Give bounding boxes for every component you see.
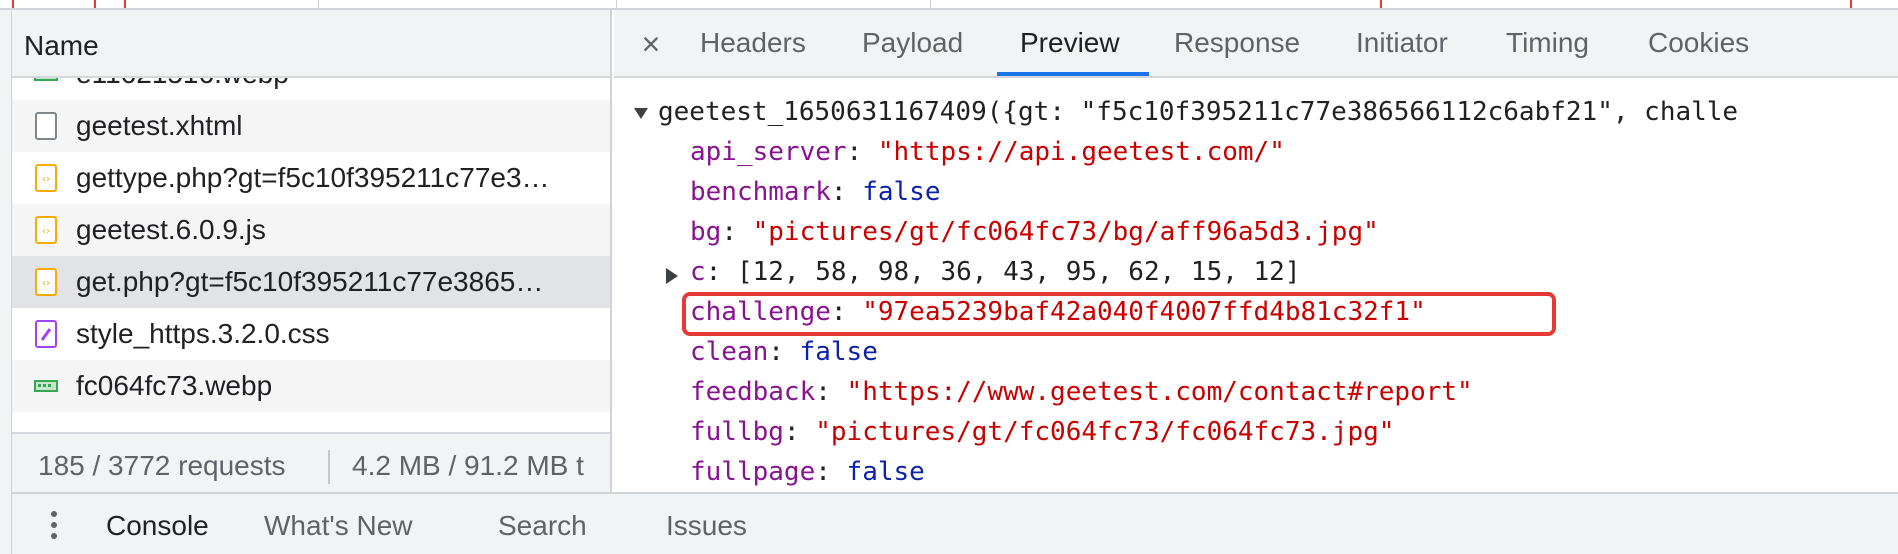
active-tab-indicator [997, 72, 1149, 76]
json-key: fullbg [690, 417, 784, 447]
json-value: "https://www.geetest.com/contact#report" [846, 377, 1473, 407]
script-icon: ‹› [35, 268, 57, 296]
json-value: "pictures/gt/fc064fc73/fc064fc73.jpg" [815, 417, 1395, 447]
request-row[interactable]: fc064fc73.webp [12, 360, 610, 412]
svg-text:‹›: ‹› [42, 226, 50, 237]
timeline-tick [12, 0, 14, 8]
request-name: gettype.php?gt=f5c10f395211c77e3… [76, 162, 550, 193]
timeline-tick [94, 0, 96, 8]
tab-whats-new[interactable]: What's New [264, 510, 413, 542]
timeline-grid [616, 0, 617, 8]
tab-console[interactable]: Console [106, 510, 209, 542]
summary-divider [328, 450, 330, 484]
image-icon [34, 380, 58, 392]
json-property-row[interactable]: benchmark: false [690, 174, 940, 210]
svg-text:‹›: ‹› [42, 278, 50, 289]
name-column-label: Name [24, 30, 99, 61]
json-value: false [862, 177, 941, 207]
name-column-header[interactable]: Name [12, 10, 610, 78]
script-icon: ‹› [35, 216, 57, 244]
highlight-annotation-box [682, 292, 1556, 336]
json-value: "https://api.geetest.com/" [877, 137, 1285, 167]
json-key: feedback [690, 377, 816, 407]
panel-left-edge [0, 10, 12, 554]
tab-cookies[interactable]: Cookies [1648, 10, 1749, 76]
timeline-tick [1850, 0, 1852, 8]
tab-issues[interactable]: Issues [666, 510, 747, 542]
tab-preview[interactable]: Preview [1020, 10, 1120, 76]
json-key: clean [690, 337, 769, 367]
timeline-tick [124, 0, 126, 8]
close-icon[interactable]: × [634, 24, 668, 64]
request-name: get.php?gt=f5c10f395211c77e3865… [76, 266, 544, 297]
request-list-panel: Name e11621516.webp geetest.xhtml ‹› get… [12, 10, 612, 492]
timeline-grid [318, 0, 319, 8]
tab-search[interactable]: Search [498, 510, 587, 542]
document-icon [35, 112, 57, 140]
detail-tabbar: × Headers Payload Preview Response Initi… [614, 10, 1898, 78]
json-key: benchmark [690, 177, 831, 207]
transfer-size: 4.2 MB / 91.2 MB t [352, 450, 584, 481]
json-property-row[interactable]: feedback: "https://www.geetest.com/conta… [690, 374, 1473, 410]
request-name: e11621516.webp [76, 78, 606, 90]
tab-initiator[interactable]: Initiator [1356, 10, 1448, 76]
tab-timing[interactable]: Timing [1506, 10, 1589, 76]
json-property-row[interactable]: clean: false [690, 334, 878, 370]
request-name: style_https.3.2.0.css [76, 318, 330, 349]
expand-arrow-icon[interactable] [666, 268, 678, 284]
json-preview: geetest_1650631167409({gt: "f5c10f395211… [614, 78, 1898, 492]
tab-payload[interactable]: Payload [862, 10, 963, 76]
json-value: false [799, 337, 878, 367]
json-key: api_server [690, 137, 847, 167]
request-row[interactable]: style_https.3.2.0.css [12, 308, 610, 360]
request-name: geetest.xhtml [76, 110, 243, 141]
tab-response[interactable]: Response [1174, 10, 1300, 76]
stylesheet-icon [35, 320, 57, 348]
json-property-row[interactable]: fullbg: "pictures/gt/fc064fc73/fc064fc73… [690, 414, 1394, 450]
json-property-row[interactable]: api_server: "https://api.geetest.com/" [690, 134, 1285, 170]
request-name: fc064fc73.webp [76, 370, 273, 401]
request-row[interactable]: geetest.xhtml [12, 100, 610, 152]
request-list: e11621516.webp geetest.xhtml ‹› gettype.… [12, 78, 610, 432]
json-key: c [690, 257, 706, 287]
request-row[interactable]: ‹› gettype.php?gt=f5c10f395211c77e3… [12, 152, 610, 204]
request-detail-panel: × Headers Payload Preview Response Initi… [614, 10, 1898, 492]
json-key: fullpage [690, 457, 816, 487]
json-key: bg [690, 217, 722, 247]
json-root-text: geetest_1650631167409({gt: "f5c10f395211… [658, 97, 1739, 127]
request-row[interactable]: e11621516.webp [12, 78, 610, 100]
json-property-row[interactable]: c: [12, 58, 98, 36, 43, 95, 62, 15, 12] [690, 254, 1301, 290]
more-vertical-icon[interactable] [48, 508, 60, 544]
request-count: 185 / 3772 requests [38, 450, 286, 481]
json-property-row[interactable]: fullpage: false [690, 454, 925, 490]
drawer-tabbar: Console What's New Search Issues [12, 492, 1898, 554]
image-icon [34, 78, 58, 81]
request-row-selected[interactable]: ‹› get.php?gt=f5c10f395211c77e3865… [12, 256, 610, 308]
json-root-line[interactable]: geetest_1650631167409({gt: "f5c10f395211… [658, 94, 1738, 130]
timeline-tick [1380, 0, 1382, 8]
timeline-grid [930, 0, 931, 8]
request-row[interactable]: ‹› geetest.6.0.9.js [12, 204, 610, 256]
json-value: [12, 58, 98, 36, 43, 95, 62, 15, 12] [736, 257, 1301, 287]
svg-text:‹›: ‹› [42, 174, 50, 185]
json-value: "pictures/gt/fc064fc73/bg/aff96a5d3.jpg" [752, 217, 1379, 247]
collapse-arrow-icon[interactable] [634, 108, 648, 119]
script-icon: ‹› [35, 164, 57, 192]
tab-headers[interactable]: Headers [700, 10, 806, 76]
timeline-overview-strip [0, 0, 1898, 10]
json-property-row[interactable]: bg: "pictures/gt/fc064fc73/bg/aff96a5d3.… [690, 214, 1379, 250]
json-value: false [846, 457, 925, 487]
request-name: geetest.6.0.9.js [76, 214, 266, 245]
network-summary-bar: 185 / 3772 requests 4.2 MB / 91.2 MB t [12, 432, 610, 492]
